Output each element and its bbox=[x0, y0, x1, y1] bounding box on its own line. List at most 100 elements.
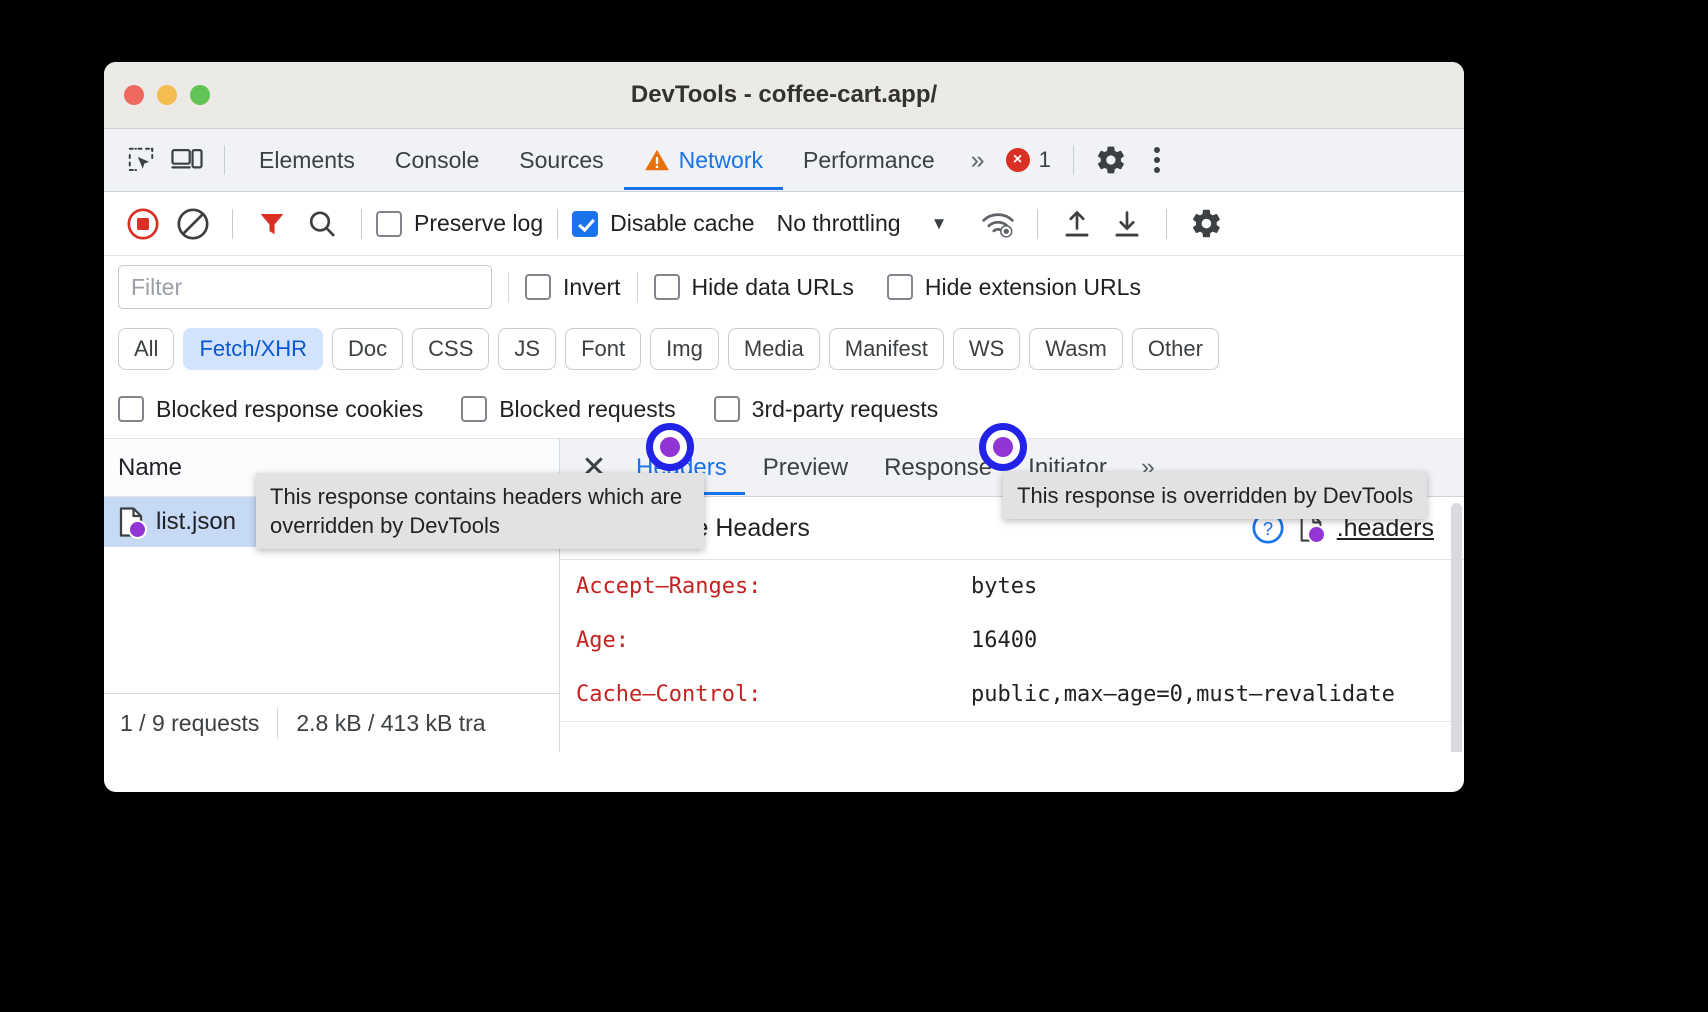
chip-label: JS bbox=[514, 336, 540, 362]
devtools-tab-network[interactable]: Network bbox=[624, 130, 783, 190]
clear-icon[interactable] bbox=[168, 199, 218, 249]
header-row[interactable]: Accept–Ranges: bytes bbox=[560, 560, 1464, 614]
preserve-log-checkbox[interactable]: Preserve log bbox=[376, 210, 543, 237]
more-options-icon[interactable] bbox=[1134, 137, 1180, 183]
panel-scrollbar[interactable] bbox=[1451, 503, 1462, 752]
blocked-requests-checkbox[interactable]: Blocked requests bbox=[461, 396, 675, 423]
net-divider-1 bbox=[232, 209, 233, 239]
devtools-tab-elements[interactable]: Elements bbox=[239, 130, 375, 190]
more-tabs-icon[interactable]: » bbox=[955, 146, 998, 175]
net-divider-4 bbox=[1037, 209, 1038, 239]
type-chip-other[interactable]: Other bbox=[1132, 328, 1219, 370]
checkbox-box bbox=[887, 274, 913, 300]
devtools-tab-sources[interactable]: Sources bbox=[499, 130, 623, 190]
net-divider-3 bbox=[557, 209, 558, 239]
header-row[interactable]: Age: 16400 bbox=[560, 614, 1464, 668]
chevron-down-icon[interactable]: ▼ bbox=[931, 214, 948, 234]
type-chip-font[interactable]: Font bbox=[565, 328, 641, 370]
checkbox-box bbox=[118, 396, 144, 422]
chip-label: Fetch/XHR bbox=[199, 336, 307, 362]
devtools-tab-label: Elements bbox=[259, 147, 355, 174]
type-chip-js[interactable]: JS bbox=[498, 328, 556, 370]
chip-label: All bbox=[134, 336, 158, 362]
devtools-tab-label: Console bbox=[395, 147, 479, 174]
warning-triangle-icon bbox=[644, 148, 670, 172]
disable-cache-checkbox[interactable]: Disable cache bbox=[572, 210, 754, 237]
device-toolbar-icon[interactable] bbox=[164, 137, 210, 183]
override-dot-badge bbox=[128, 520, 147, 539]
header-row[interactable]: Cache–Control: public,max–age=0,must–rev… bbox=[560, 668, 1464, 722]
invert-checkbox[interactable]: Invert bbox=[525, 274, 621, 301]
disable-cache-label: Disable cache bbox=[610, 210, 754, 237]
requests-count-label: 1 / 9 requests bbox=[120, 710, 259, 737]
tooltip-headers-overridden: This response contains headers which are… bbox=[256, 473, 704, 549]
annotation-ring-headers-badge bbox=[646, 423, 694, 471]
column-header-name: Name bbox=[118, 454, 182, 482]
chip-label: WS bbox=[969, 336, 1004, 362]
blocked-response-cookies-checkbox[interactable]: Blocked response cookies bbox=[118, 396, 423, 423]
type-chip-css[interactable]: CSS bbox=[412, 328, 489, 370]
devtools-tab-performance[interactable]: Performance bbox=[783, 130, 955, 190]
window-titlebar: DevTools - coffee-cart.app/ bbox=[104, 62, 1464, 129]
blocked-response-cookies-label: Blocked response cookies bbox=[156, 396, 423, 423]
filter-divider-1 bbox=[508, 272, 509, 302]
third-party-requests-checkbox[interactable]: 3rd-party requests bbox=[714, 396, 939, 423]
wifi-settings-icon[interactable] bbox=[973, 199, 1023, 249]
hide-data-urls-label: Hide data URLs bbox=[692, 274, 854, 301]
annotation-ring-response-badge bbox=[979, 423, 1027, 471]
checkbox-box bbox=[654, 274, 680, 300]
header-name: Age: bbox=[576, 620, 971, 662]
checkbox-box bbox=[572, 211, 598, 237]
devtools-tab-label: Performance bbox=[803, 147, 935, 174]
hide-data-urls-checkbox[interactable]: Hide data URLs bbox=[654, 274, 854, 301]
network-settings-gear-icon[interactable] bbox=[1181, 199, 1231, 249]
type-chip-ws[interactable]: WS bbox=[953, 328, 1020, 370]
devtools-tabstrip: Elements Console Sources Network bbox=[104, 129, 1464, 192]
error-count-badge[interactable]: × 1 bbox=[998, 147, 1059, 173]
type-chip-media[interactable]: Media bbox=[728, 328, 820, 370]
third-party-requests-label: 3rd-party requests bbox=[752, 396, 939, 423]
filter-input[interactable]: Filter bbox=[118, 265, 492, 309]
network-status-bar: 1 / 9 requests 2.8 kB / 413 kB tra bbox=[104, 693, 559, 752]
request-name-label: list.json bbox=[156, 508, 236, 536]
chip-label: Manifest bbox=[845, 336, 928, 362]
filter-divider-2 bbox=[637, 272, 638, 302]
header-name: Accept–Ranges: bbox=[576, 566, 971, 608]
header-value: public,max–age=0,must–revalidate bbox=[971, 674, 1448, 716]
filter-divider-3 bbox=[870, 272, 871, 302]
record-stop-icon[interactable] bbox=[118, 199, 168, 249]
type-chip-doc[interactable]: Doc bbox=[332, 328, 403, 370]
devtools-window: DevTools - coffee-cart.app/ Elements bbox=[104, 62, 1464, 792]
type-chip-fetch-xhr[interactable]: Fetch/XHR bbox=[183, 328, 323, 370]
checkbox-box bbox=[714, 396, 740, 422]
filter-icon[interactable] bbox=[247, 199, 297, 249]
type-chip-img[interactable]: Img bbox=[650, 328, 719, 370]
type-chip-manifest[interactable]: Manifest bbox=[829, 328, 944, 370]
toolbar-divider bbox=[224, 145, 225, 175]
hide-extension-urls-label: Hide extension URLs bbox=[925, 274, 1141, 301]
window-title: DevTools - coffee-cart.app/ bbox=[104, 81, 1464, 109]
chip-label: Media bbox=[744, 336, 804, 362]
checkbox-box bbox=[461, 396, 487, 422]
screenshot-stage: DevTools - coffee-cart.app/ Elements bbox=[0, 0, 1708, 1012]
chip-label: Other bbox=[1148, 336, 1203, 362]
tooltip-response-overridden: This response is overridden by DevTools bbox=[1003, 472, 1427, 519]
details-tab-label: Preview bbox=[763, 454, 848, 482]
type-chip-all[interactable]: All bbox=[118, 328, 174, 370]
filter-input-placeholder: Filter bbox=[131, 274, 182, 301]
settings-gear-icon[interactable] bbox=[1088, 137, 1134, 183]
type-chip-wasm[interactable]: Wasm bbox=[1029, 328, 1123, 370]
svg-text:?: ? bbox=[1263, 518, 1273, 539]
devtools-tab-console[interactable]: Console bbox=[375, 130, 499, 190]
header-value: bytes bbox=[971, 566, 1448, 608]
throttling-select[interactable]: No throttling bbox=[777, 210, 901, 237]
blocked-requests-label: Blocked requests bbox=[499, 396, 675, 423]
upload-har-icon[interactable] bbox=[1052, 199, 1102, 249]
details-tab-preview[interactable]: Preview bbox=[745, 440, 866, 495]
inspect-element-icon[interactable] bbox=[118, 137, 164, 183]
chip-label: Wasm bbox=[1045, 336, 1107, 362]
download-har-icon[interactable] bbox=[1102, 199, 1152, 249]
hide-extension-urls-checkbox[interactable]: Hide extension URLs bbox=[887, 274, 1141, 301]
chip-label: Img bbox=[666, 336, 703, 362]
search-icon[interactable] bbox=[297, 199, 347, 249]
